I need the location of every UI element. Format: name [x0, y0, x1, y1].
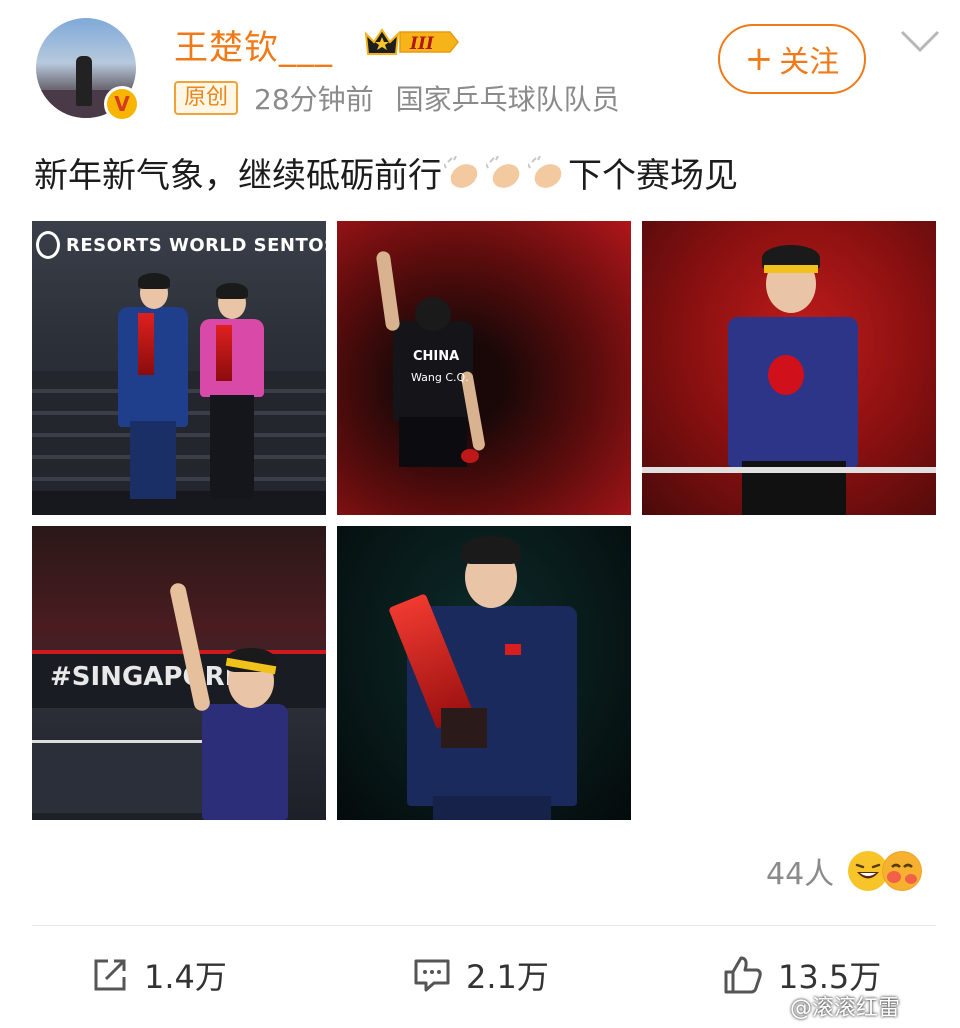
- player-trophy-hair: [461, 536, 521, 564]
- player-celebrate: [202, 704, 288, 820]
- trophy-base: [441, 708, 487, 748]
- post-text-main: 新年新气象，继续砥砺前行: [34, 156, 442, 196]
- photo-1[interactable]: RESORTS WORLD SENTOSA: [32, 221, 326, 515]
- verified-icon: V: [104, 86, 140, 122]
- photo-2[interactable]: CHINA Wang C.Q.: [337, 221, 631, 515]
- comment-count: 2.1万: [466, 958, 549, 996]
- player-right: [200, 319, 264, 397]
- follow-label: 关注: [779, 45, 840, 80]
- photo-3[interactable]: [642, 221, 936, 515]
- player-back-hair: [415, 297, 451, 331]
- comment-icon: [414, 959, 450, 992]
- level-badge-text: III: [409, 34, 435, 54]
- post-header: V 王楚钦___ III 原创 28分钟前 国家乒乓球队队员 + 关注: [0, 0, 960, 140]
- trophy-left: [138, 313, 154, 375]
- paddle-red: [768, 355, 804, 395]
- reaction-count: 44人: [766, 857, 835, 892]
- table-surface: [32, 740, 202, 813]
- level-crown-icon: III: [364, 28, 459, 55]
- player-right-legs: [210, 395, 254, 499]
- watermark: @滚滚红雷: [790, 996, 901, 1021]
- jersey-name: Wang C.Q.: [411, 371, 469, 384]
- table-edge: [642, 467, 936, 473]
- paddle: [461, 449, 479, 463]
- photo-1-banner: RESORTS WORLD SENTOSA: [66, 235, 326, 256]
- clapping-hands-icon: [486, 155, 520, 188]
- comment-button[interactable]: 2.1万: [412, 948, 549, 1002]
- post-text: 新年新气象，继续砥砺前行 下个赛场见: [34, 148, 738, 197]
- flag-icon: [505, 644, 521, 655]
- player-back-shorts: [399, 417, 467, 467]
- player-trophy-pants: [433, 796, 551, 820]
- player-right-hair: [216, 283, 248, 299]
- original-tag: 原创: [174, 81, 239, 115]
- hug-emoji-icon: [882, 851, 923, 891]
- headband: [764, 265, 818, 273]
- photo-grid: RESORTS WORLD SENTOSA CHINA Wang C.Q. #S…: [32, 221, 936, 821]
- divider: [32, 925, 936, 926]
- username[interactable]: 王楚钦___: [174, 20, 333, 69]
- jersey-text: CHINA: [413, 349, 460, 364]
- player-left-hair: [138, 273, 170, 289]
- reactions[interactable]: 44人: [766, 846, 923, 896]
- thumbs-up-icon: [724, 956, 762, 994]
- photo-4[interactable]: #SINGAPORE: [32, 526, 326, 820]
- plus-icon: +: [744, 39, 774, 79]
- photo-5[interactable]: [337, 526, 631, 820]
- post-text-end: 下个赛场见: [568, 156, 738, 196]
- clapping-hands-icon: [444, 155, 478, 188]
- share-icon: [94, 959, 126, 991]
- post-meta: 原创 28分钟前 国家乒乓球队队员: [174, 80, 620, 116]
- user-role: 国家乒乓球队队员: [395, 83, 620, 116]
- post-time: 28分钟前: [254, 83, 374, 116]
- player-left-legs: [130, 421, 176, 499]
- stage-floor: [32, 491, 326, 515]
- chevron-down-icon[interactable]: [898, 26, 942, 56]
- follow-button[interactable]: + 关注: [718, 24, 866, 94]
- clapping-hands-icon: [528, 155, 562, 188]
- share-button[interactable]: 1.4万: [90, 948, 227, 1002]
- singapore-sign: #SINGAPORE: [50, 662, 243, 692]
- resorts-world-logo-icon: [36, 231, 60, 259]
- avatar-figure: [76, 56, 92, 106]
- raised-arm: [375, 250, 401, 332]
- trophy-right: [216, 325, 232, 381]
- share-count: 1.4万: [144, 958, 227, 996]
